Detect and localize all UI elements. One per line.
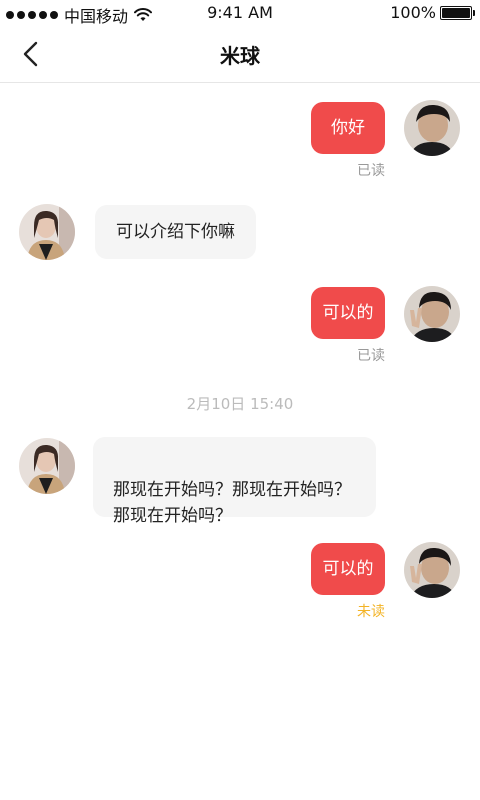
avatar-contact[interactable] <box>19 204 75 260</box>
unread-receipt: 未读 <box>357 604 385 620</box>
message-text: 你好 <box>331 118 365 138</box>
message-bubble-sent[interactable]: 可以的 <box>311 543 385 595</box>
message-bubble-received[interactable]: 那现在开始吗？那现在开始吗？ 那现在开始吗？ <box>93 437 376 526</box>
avatar-me[interactable] <box>404 542 460 598</box>
message-bubble-sent[interactable]: 你好 <box>311 102 385 154</box>
avatar-me[interactable] <box>404 286 460 342</box>
chat-title: 米球 <box>220 44 260 68</box>
message-bubble-received[interactable]: 可以介绍下你嘛 <box>95 205 256 259</box>
battery-icon <box>440 5 475 20</box>
read-receipt: 已读 <box>357 163 385 179</box>
battery-group: 100% <box>390 3 475 22</box>
navigation-bar: 米球 <box>0 26 480 83</box>
message-text: 那现在开始吗？那现在开始吗？ 那现在开始吗？ <box>113 480 351 526</box>
message-text: 可以介绍下你嘛 <box>116 222 235 242</box>
avatar-contact[interactable] <box>19 438 75 494</box>
read-receipt: 已读 <box>357 348 385 364</box>
message-text: 可以的 <box>322 559 374 579</box>
battery-label: 100% <box>390 3 436 22</box>
message-bubble-sent[interactable]: 可以的 <box>311 287 385 339</box>
avatar-me[interactable] <box>404 100 460 156</box>
status-bar: 中国移动 9:41 AM 100% <box>0 0 480 26</box>
message-text: 可以的 <box>322 303 374 323</box>
chat-timestamp: 2月10日 15:40 <box>186 395 294 413</box>
